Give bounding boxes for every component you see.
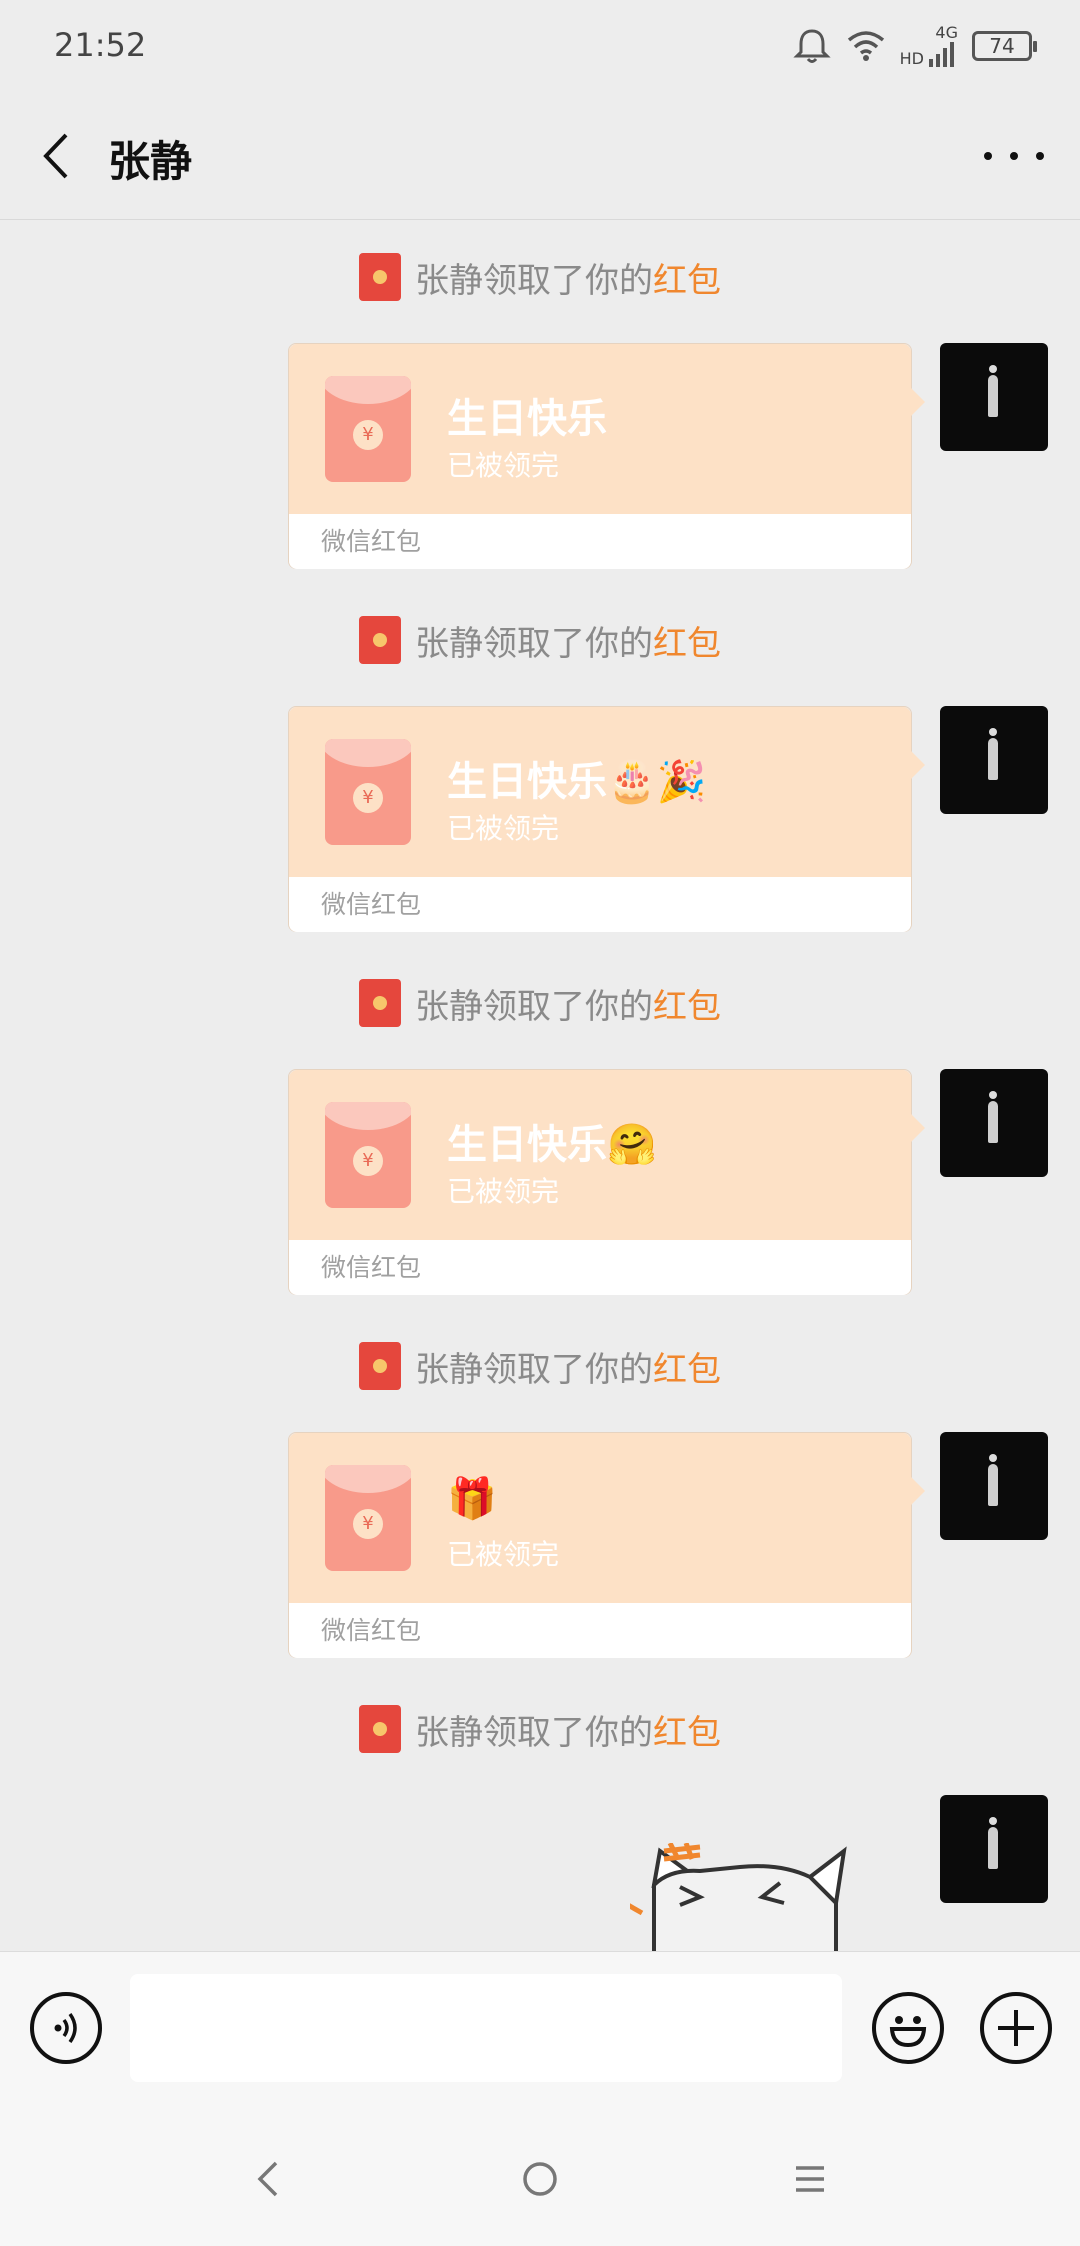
system-notice: 张静领取了你的 红包 <box>0 1699 1080 1759</box>
system-notice: 张静领取了你的 红包 <box>0 973 1080 1033</box>
bell-icon <box>793 29 831 63</box>
red-packet-body: ¥ 生日快乐 已被领完 <box>289 344 925 514</box>
emoji-button[interactable] <box>872 1992 944 2064</box>
notice-link[interactable]: 红包 <box>653 253 721 302</box>
red-envelope-icon: ¥ <box>325 376 411 482</box>
red-packet-icon <box>359 979 401 1027</box>
red-packet-footer: 微信红包 <box>289 1240 911 1295</box>
hd-label: HD <box>899 49 924 68</box>
red-packet-message[interactable]: ¥ 🎁 已被领完 微信红包 <box>288 1432 925 1658</box>
red-packet-title: 生日快乐🤗 <box>447 1122 657 1168</box>
system-notice: 张静领取了你的 红包 <box>0 247 1080 307</box>
red-packet-title: 生日快乐 <box>447 396 607 442</box>
notice-text: 张静领取了你的 <box>415 986 653 1027</box>
red-packet-title: 🎁 <box>447 1476 497 1522</box>
avatar[interactable] <box>940 706 1048 814</box>
plus-icon <box>998 2010 1034 2046</box>
red-packet-status: 已被领完 <box>447 449 560 482</box>
red-packet-body: ¥ 🎁 已被领完 <box>289 1433 925 1603</box>
system-notice: 张静领取了你的 红包 <box>0 610 1080 670</box>
red-packet-icon <box>359 253 401 301</box>
dot-icon <box>1036 152 1044 160</box>
voice-button[interactable] <box>30 1992 102 2064</box>
page-title: 张静 <box>108 137 193 186</box>
chat-header: 张静 <box>0 92 1080 220</box>
avatar[interactable] <box>940 343 1048 451</box>
avatar[interactable] <box>940 1432 1048 1540</box>
nav-back-button[interactable] <box>238 2149 298 2209</box>
red-packet-body: ¥ 生日快乐🎂🎉 已被领完 <box>289 707 925 877</box>
red-packet-footer: 微信红包 <box>289 1603 911 1658</box>
cat-sticker-image[interactable] <box>630 1843 870 1951</box>
system-nav-bar <box>0 2105 1080 2246</box>
red-packet-message[interactable]: ¥ 生日快乐🤗 已被领完 微信红包 <box>288 1069 925 1295</box>
notice-text: 张静领取了你的 <box>415 1349 653 1390</box>
dot-icon <box>1010 152 1018 160</box>
voice-icon <box>54 2012 77 2044</box>
avatar[interactable] <box>940 1795 1048 1903</box>
notice-link[interactable]: 红包 <box>653 1342 721 1391</box>
message-input[interactable] <box>130 1974 842 2082</box>
network-type: 4G <box>935 23 958 42</box>
nav-menu-button[interactable] <box>780 2149 840 2209</box>
battery-indicator: 74 <box>972 31 1037 61</box>
more-functions-button[interactable] <box>980 1992 1052 2064</box>
red-packet-message[interactable]: ¥ 生日快乐🎂🎉 已被领完 微信红包 <box>288 706 925 932</box>
system-notice: 张静领取了你的 红包 <box>0 1336 1080 1396</box>
status-time: 21:52 <box>54 26 147 64</box>
chat-area[interactable]: 张静领取了你的 红包 ¥ 生日快乐 已被领完 微信红包 张静领取了你的 红包 ¥ 生… <box>0 221 1080 1951</box>
red-packet-status: 已被领完 <box>447 812 560 845</box>
red-envelope-icon: ¥ <box>325 1102 411 1208</box>
signal-icon <box>929 42 954 67</box>
red-packet-icon <box>359 1705 401 1753</box>
notice-link[interactable]: 红包 <box>653 1705 721 1754</box>
red-packet-icon <box>359 1342 401 1390</box>
smiley-icon <box>889 2016 927 2048</box>
avatar[interactable] <box>940 1069 1048 1177</box>
red-envelope-icon: ¥ <box>325 1465 411 1571</box>
back-button[interactable] <box>30 126 80 186</box>
wifi-icon <box>847 31 884 61</box>
notice-text: 张静领取了你的 <box>415 1712 653 1753</box>
status-bar: 21:52 4G HD 74 <box>0 0 1080 92</box>
notice-text: 张静领取了你的 <box>415 260 653 301</box>
input-bar <box>0 1951 1080 2105</box>
red-packet-title: 生日快乐🎂🎉 <box>447 759 707 805</box>
chevron-left-icon <box>43 133 68 179</box>
red-packet-status: 已被领完 <box>447 1175 560 1208</box>
red-packet-footer: 微信红包 <box>289 514 911 569</box>
chevron-left-icon <box>257 2161 278 2197</box>
status-icons: 4G HD 74 <box>792 23 1037 68</box>
red-packet-message[interactable]: ¥ 生日快乐 已被领完 微信红包 <box>288 343 925 569</box>
notice-link[interactable]: 红包 <box>653 979 721 1028</box>
notice-text: 张静领取了你的 <box>415 623 653 664</box>
notice-link[interactable]: 红包 <box>653 616 721 665</box>
red-envelope-icon: ¥ <box>325 739 411 845</box>
circle-icon <box>523 2162 557 2196</box>
red-packet-footer: 微信红包 <box>289 877 911 932</box>
red-packet-icon <box>359 616 401 664</box>
dot-icon <box>984 152 992 160</box>
red-packet-status: 已被领完 <box>447 1538 560 1571</box>
more-options-button[interactable] <box>984 136 1044 176</box>
menu-icon <box>796 2166 824 2192</box>
nav-home-button[interactable] <box>510 2149 570 2209</box>
red-packet-body: ¥ 生日快乐🤗 已被领完 <box>289 1070 925 1240</box>
